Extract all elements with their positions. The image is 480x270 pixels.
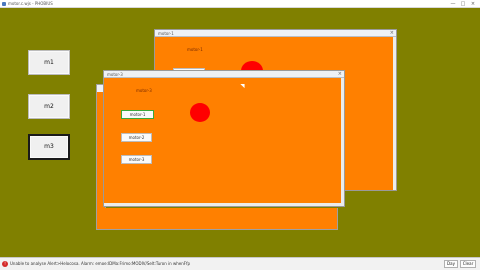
motor-1-window-close-icon[interactable]: × [390,30,394,37]
title-bar: motor.c.wjs - PHOBIUS — □ × [0,0,480,8]
motor-1-label: motor-1 [187,47,203,52]
motor-3-label: motor-3 [136,88,152,93]
window-frame-right [393,37,396,190]
motor-3-status-dot [190,103,210,122]
window-frame-bottom [104,203,344,206]
motor-2-button[interactable]: motor-2 [121,133,152,142]
window-title: motor.c.wjs - PHOBIUS [8,1,53,6]
motor-3-window-titlebar[interactable]: motor-3 × [104,71,344,78]
motor-3-window-close-icon[interactable]: × [338,71,342,78]
application-window: motor.c.wjs - PHOBIUS — □ × m1 m2 m3 mot… [0,0,480,270]
maximize-button[interactable]: □ [458,0,468,8]
m3-button[interactable]: m3 [28,134,70,160]
m2-button[interactable]: m2 [28,94,70,119]
window-frame-right [341,78,344,206]
motor-3-window[interactable]: motor-3 × motor-3 motor-1 motor-2 motor-… [103,70,345,207]
m1-button[interactable]: m1 [28,50,70,75]
copy-button[interactable]: Day [444,260,458,268]
status-message: Unable to analyse Alert>Helocosa. Alarm:… [10,261,191,266]
motor-1-window-title: motor-1 [158,31,174,36]
close-button[interactable]: × [468,0,478,8]
motor-3-button[interactable]: motor-3 [121,155,152,164]
minimize-button[interactable]: — [448,0,458,8]
motor-1-button[interactable]: motor-1 [121,110,154,119]
app-icon [2,2,6,6]
error-icon: ! [2,261,8,267]
hidden-window-bottom [96,208,338,230]
status-bar: ! Unable to analyse Alert>Helocosa. Alar… [0,257,480,270]
main-canvas: m1 m2 m3 motor-1 × motor-1 motor-3 × mot… [0,8,480,257]
motor-1-window-titlebar[interactable]: motor-1 × [155,30,396,37]
motor-3-window-title: motor-3 [107,72,123,77]
clear-button[interactable]: Clear [460,260,476,268]
